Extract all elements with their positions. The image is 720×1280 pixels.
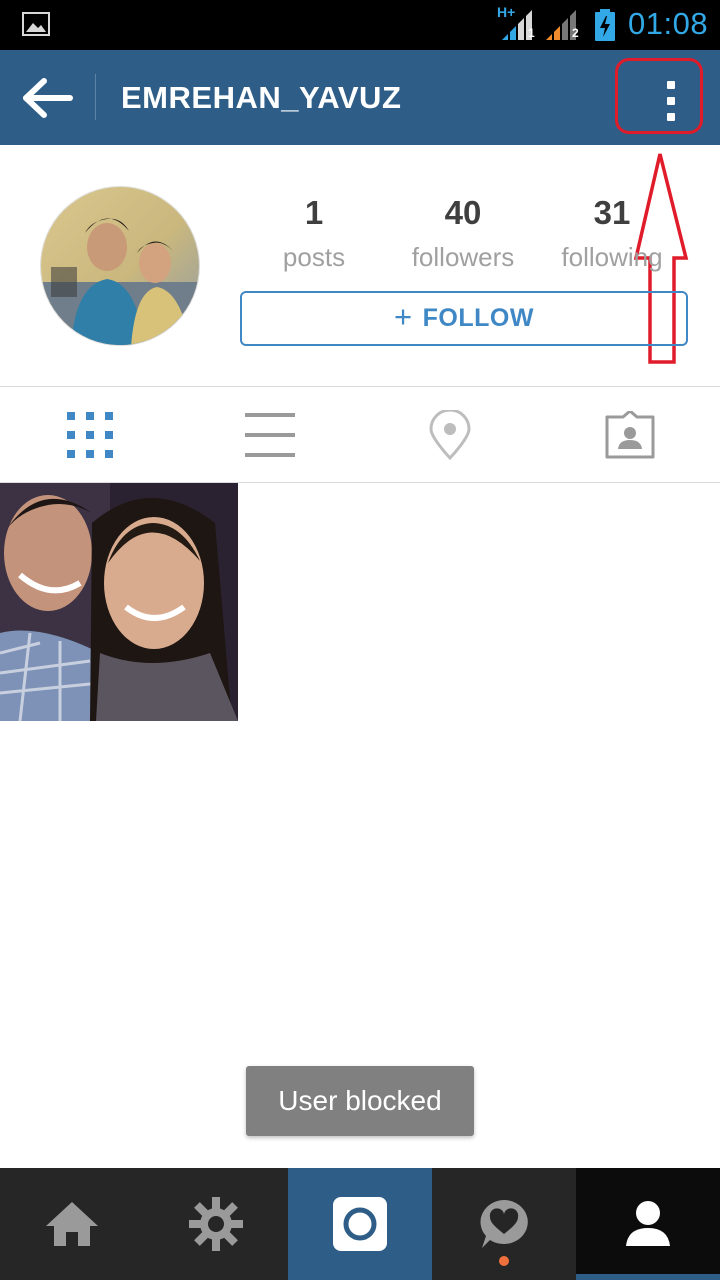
grid-icon [67,412,113,458]
followers-label: followers [411,242,515,272]
followers-count: 40 [444,194,482,231]
battery-charging-icon [595,9,615,41]
nav-home[interactable] [0,1168,144,1280]
tab-grid[interactable] [0,387,180,483]
gallery-notification-icon [22,12,50,36]
profile-screen: H+ 1 2 01:08 EMREHAN_YAVUZ 1 posts 40 fo… [0,0,720,1280]
nav-profile[interactable] [576,1168,720,1280]
home-icon [46,1202,98,1246]
view-mode-tabs [0,386,720,483]
tab-map[interactable] [360,387,540,483]
explore-star-icon [189,1197,243,1251]
post-thumbnail[interactable] [0,483,238,721]
following-label: following [561,242,663,272]
nav-activity[interactable] [432,1168,576,1280]
posts-stat[interactable]: 1 posts [239,194,389,282]
camera-icon [333,1197,387,1251]
location-pin-icon [429,410,471,460]
toast-message: User blocked [246,1066,474,1136]
sim2-label: 2 [572,26,579,40]
posts-label: posts [282,242,346,272]
following-stat[interactable]: 31 following [537,194,687,282]
tagged-photos-icon [605,411,655,459]
follow-button[interactable]: + FOLLOW [240,291,688,346]
profile-avatar[interactable] [40,186,200,346]
sim1-label: 1 [528,26,535,40]
profile-icon [626,1201,670,1246]
tab-list[interactable] [180,387,360,483]
notification-dot [499,1256,509,1266]
annotation-highlight-box [615,58,703,134]
plus-icon: + [394,299,413,334]
profile-photo [41,187,199,345]
post-photo [0,483,238,721]
nav-camera[interactable] [288,1168,432,1280]
arrow-left-icon [23,78,73,118]
profile-username: EMREHAN_YAVUZ [121,80,402,115]
follow-button-label: FOLLOW [422,304,534,332]
nav-explore[interactable] [144,1168,288,1280]
back-button[interactable] [20,77,76,119]
clock-time: 01:08 [628,6,709,41]
active-tab-indicator [576,1274,720,1280]
following-count: 31 [593,194,631,231]
list-icon [245,413,295,457]
followers-stat[interactable]: 40 followers [388,194,538,282]
bottom-navigation [0,1168,720,1280]
posts-count: 1 [304,194,324,231]
app-bar-divider [95,74,96,120]
activity-heart-icon [480,1200,528,1248]
status-bar: H+ 1 2 01:08 [0,0,720,50]
tab-tagged[interactable] [540,387,720,483]
app-bar: EMREHAN_YAVUZ [0,50,720,145]
